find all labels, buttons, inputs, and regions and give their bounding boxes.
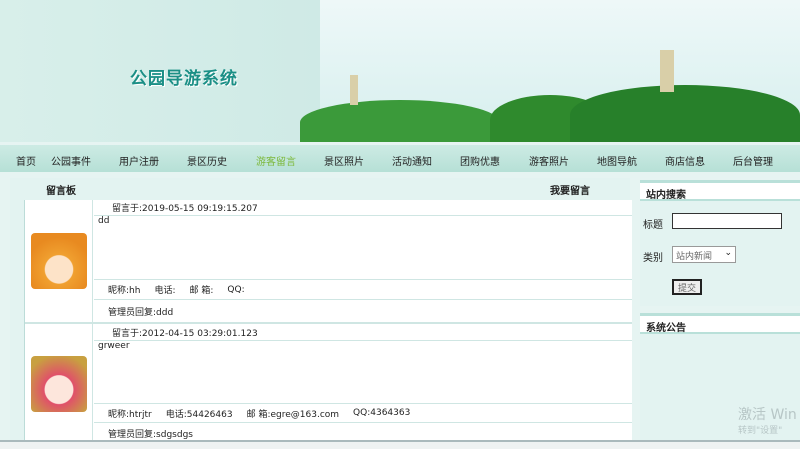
nav-admin[interactable]: 后台管理 — [733, 153, 773, 168]
message-date: 2012-04-15 03:29:01.123 — [142, 328, 258, 339]
chevron-down-icon: ⌄ — [724, 248, 732, 258]
phone-label: 电话: — [165, 409, 187, 420]
admin-reply: ddd — [156, 307, 174, 318]
nav-register[interactable]: 用户注册 — [119, 153, 159, 168]
nav-scenic-photos[interactable]: 景区照片 — [324, 153, 364, 168]
nav-home[interactable]: 首页 — [16, 153, 36, 168]
reply-label: 管理员回复: — [108, 307, 157, 318]
nav-history[interactable]: 景区历史 — [187, 153, 227, 168]
date-label: 留言于: — [112, 328, 143, 339]
submit-button[interactable]: 提交 — [672, 279, 702, 295]
nick-value: htrjtr — [129, 409, 152, 420]
nav-visitor-photos[interactable]: 游客照片 — [529, 153, 569, 168]
category-selected: 站内新闻 — [676, 252, 713, 262]
search-panel: 站内搜索 标题 类别 站内新闻 ⌄ 提交 — [640, 180, 800, 306]
category-label: 类别 — [643, 253, 663, 264]
site-title: 公园导游系统 — [130, 69, 238, 89]
nav-shop[interactable]: 商店信息 — [665, 153, 705, 168]
nav-messages[interactable]: 游客留言 — [256, 153, 296, 168]
email-label: 邮 箱: — [189, 286, 214, 296]
title-input[interactable] — [672, 213, 782, 229]
message-board: 留言板 我要留言 留言于:2019-05-15 09:19:15.207 dd … — [10, 178, 632, 445]
scenery-image — [300, 0, 800, 142]
date-label: 留言于: — [112, 204, 143, 214]
nick-value: hh — [129, 286, 141, 296]
qq-label: QQ: — [227, 284, 245, 295]
title-label: 标题 — [643, 220, 663, 231]
email-label: 邮 箱: — [246, 409, 271, 420]
post-message-link[interactable]: 我要留言 — [550, 182, 590, 197]
nav-park-events[interactable]: 公园事件 — [51, 153, 91, 168]
board-title: 留言板 — [46, 186, 76, 197]
admin-reply: sdgsdgs — [156, 429, 193, 440]
nick-label: 昵称: — [108, 286, 130, 296]
nav-map[interactable]: 地图导航 — [597, 153, 637, 168]
watermark-line2: 转到"设置" — [738, 426, 783, 436]
avatar — [25, 200, 93, 322]
message-item: 留言于:2019-05-15 09:19:15.207 dd 昵称:hh 电话:… — [25, 200, 632, 324]
qq-label: QQ: — [353, 408, 371, 418]
phone-label: 电话: — [154, 286, 176, 296]
message-content: dd — [94, 216, 632, 280]
search-title: 站内搜索 — [640, 183, 800, 201]
message-item: 留言于:2012-04-15 03:29:01.123 grweer 昵称:ht… — [25, 324, 632, 445]
email-value: egre@163.com — [270, 409, 340, 420]
nav-activities[interactable]: 活动通知 — [392, 153, 432, 168]
category-select[interactable]: 站内新闻 ⌄ — [672, 246, 736, 263]
main-nav: 首页 公园事件 用户注册 景区历史 游客留言 景区照片 活动通知 团购优惠 游客… — [0, 145, 800, 172]
nick-label: 昵称: — [108, 409, 130, 420]
watermark-line1: 激活 Win — [738, 407, 797, 423]
qq-value: 4364363 — [370, 408, 411, 418]
message-content: grweer — [94, 341, 632, 404]
nav-group-deals[interactable]: 团购优惠 — [460, 153, 500, 168]
sidebar: 站内搜索 标题 类别 站内新闻 ⌄ 提交 系统公告 激活 Win 转到"设置" — [640, 178, 800, 440]
avatar — [25, 324, 93, 443]
bottom-bar — [0, 440, 800, 449]
reply-label: 管理员回复: — [108, 429, 157, 440]
header-banner: 公园导游系统 — [0, 0, 800, 142]
notice-title: 系统公告 — [640, 316, 800, 334]
notice-panel: 系统公告 激活 Win 转到"设置" — [640, 313, 800, 440]
phone-value: 54426463 — [186, 409, 233, 420]
message-date: 2019-05-15 09:19:15.207 — [142, 204, 258, 214]
